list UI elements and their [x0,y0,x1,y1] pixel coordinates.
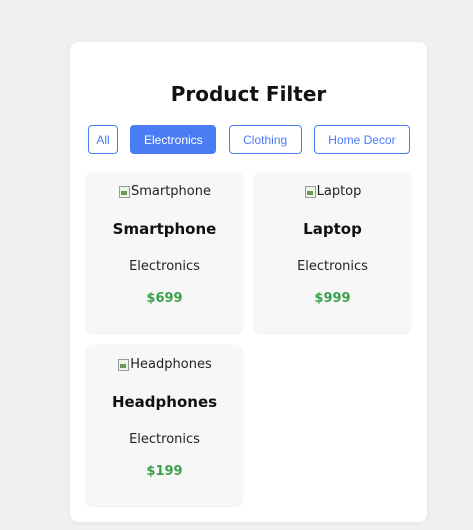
product-category: Electronics [129,432,200,447]
filter-all-button[interactable]: All [88,125,118,154]
product-category: Electronics [129,259,200,274]
page-title: Product Filter [170,82,327,106]
product-name: Smartphone [112,220,217,238]
broken-image-icon [304,185,316,198]
product-image-alt: Laptop [316,184,362,199]
product-image-alt: Smartphone [130,184,211,199]
product-card: Laptop Laptop Electronics $999 [255,172,410,332]
broken-image-icon [117,358,130,371]
product-image: Laptop [255,184,410,199]
product-price: $199 [146,464,183,479]
filter-home-decor-button[interactable]: Home Decor [313,125,410,154]
filter-clothing-button[interactable]: Clothing [228,125,302,154]
product-image-alt: Headphones [130,357,212,372]
product-price: $699 [146,291,183,306]
product-image: Smartphone [87,184,242,199]
product-filter-panel: Product Filter All Electronics Clothing … [70,42,427,522]
product-card: Smartphone Smartphone Electronics $699 [87,172,242,332]
product-image: Headphones [87,357,242,372]
product-name: Laptop [303,220,362,238]
product-name: Headphones [111,393,218,411]
filter-electronics-button[interactable]: Electronics [130,125,217,154]
broken-image-icon [118,185,130,198]
product-category: Electronics [297,259,368,274]
product-price: $999 [314,291,351,306]
filter-button-group: All Electronics Clothing Home Decor [88,125,410,154]
product-card: Headphones Headphones Electronics $199 [87,345,242,505]
